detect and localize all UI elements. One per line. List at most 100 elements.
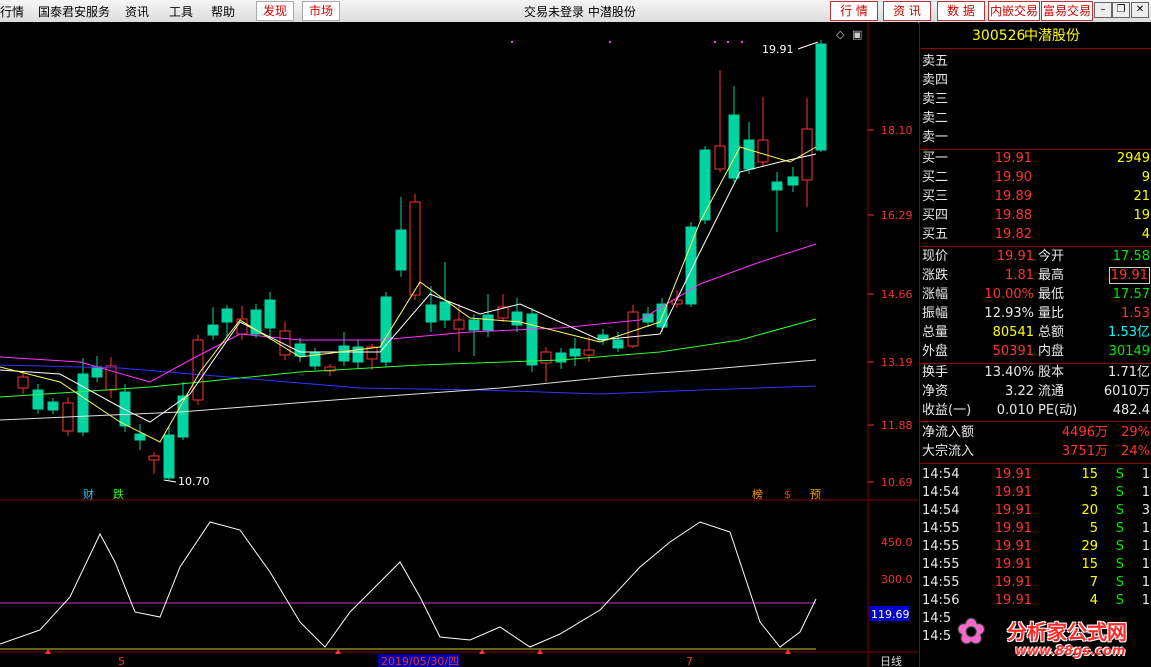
- quote-row: 涨跌 1.81 最高 19.91: [920, 267, 1151, 285]
- quote-cell: 13.40%: [984, 365, 1034, 380]
- buy-level: 买一 19.91 2949: [920, 150, 1151, 168]
- menu-item-3[interactable]: 工具: [169, 3, 193, 20]
- sell-level: 卖二: [920, 110, 1151, 128]
- candle-body: [439, 301, 451, 321]
- event-marker[interactable]: $: [784, 488, 791, 501]
- price-axis-label: 14.66: [881, 288, 913, 301]
- quote-cell: 19.88: [994, 208, 1032, 223]
- quote-cell: 1: [1141, 557, 1150, 572]
- quote-cell: 19.91: [994, 151, 1032, 166]
- buy-level: 买二 19.90 9: [920, 169, 1151, 187]
- candle-body: [555, 352, 567, 363]
- close-icon[interactable]: ✕: [1131, 2, 1149, 18]
- quote-cell: 卖五: [922, 54, 949, 69]
- quote-cell: 19.91: [1108, 267, 1150, 284]
- toolbar-button-1[interactable]: 资 讯: [883, 1, 931, 21]
- quote-cell: 19.91: [994, 503, 1032, 518]
- menu-highlight-0[interactable]: 发现: [256, 1, 295, 21]
- sell-level: 卖三: [920, 91, 1151, 109]
- quote-cell: 1: [1141, 593, 1150, 608]
- signal-dot: [510, 40, 514, 44]
- event-marker[interactable]: 跌: [113, 487, 124, 501]
- candle-body: [583, 349, 595, 356]
- quote-cell: 振幅: [922, 306, 949, 321]
- quote-cell: 19.91: [994, 575, 1032, 590]
- quote-cell: S: [1115, 485, 1124, 500]
- quote-cell: 14:55: [922, 557, 960, 572]
- quote-cell: 7: [1089, 575, 1098, 590]
- quote-cell: 20: [1081, 503, 1098, 518]
- quote-cell: 内盘: [1038, 344, 1065, 359]
- quote-cell: 换手: [922, 365, 949, 380]
- quote-cell: 今开: [1038, 249, 1065, 264]
- quote-cell: 19.91: [994, 557, 1032, 572]
- menu-item-1[interactable]: 国泰君安服务: [38, 3, 110, 20]
- candle-body: [32, 389, 44, 410]
- diamond-icon[interactable]: ◇: [836, 28, 845, 41]
- candle-body: [728, 114, 740, 179]
- quote-cell: 19.91: [994, 539, 1032, 554]
- event-marker[interactable]: 财: [83, 487, 94, 501]
- toolbar-button-3[interactable]: 内嵌交易: [988, 1, 1040, 21]
- quote-cell: 涨幅: [922, 287, 949, 302]
- quote-cell: 14:54: [922, 503, 960, 518]
- quote-cell: 流通: [1038, 384, 1065, 399]
- window-icon[interactable]: ▣: [852, 28, 862, 41]
- quote-cell: S: [1115, 521, 1124, 536]
- minimize-icon[interactable]: –: [1094, 2, 1112, 18]
- candle-body: [163, 434, 175, 479]
- menu-item-2[interactable]: 资讯: [125, 3, 149, 20]
- toolbar-button-0[interactable]: 行 情: [830, 1, 878, 21]
- quote-cell: 1: [1141, 467, 1150, 482]
- restore-icon[interactable]: ❐: [1112, 2, 1130, 18]
- watermark: ✿ 分析家公式网 www.88gs.com: [955, 610, 1151, 667]
- quote-cell: 14:55: [922, 521, 960, 536]
- buy-level: 买三 19.89 21: [920, 188, 1151, 206]
- candle-body: [511, 311, 523, 326]
- tick-row: 14:56 19.91 4 S 1: [920, 592, 1151, 610]
- quote-cell: 1.71亿: [1108, 365, 1150, 380]
- quote-row: 总量 80541 总额 1.53亿: [920, 324, 1151, 342]
- toolbar-button-2[interactable]: 数 据: [937, 1, 985, 21]
- signal-dot: [608, 40, 612, 44]
- menu-highlight-1[interactable]: 市场: [302, 1, 341, 21]
- quote-cell: 19.90: [994, 170, 1032, 185]
- candle-body: [526, 313, 538, 366]
- event-marker[interactable]: 预: [810, 488, 821, 501]
- price-axis-label: 16.29: [881, 209, 913, 222]
- toolbar-button-4[interactable]: 富易交易: [1041, 1, 1093, 21]
- separator: [920, 463, 1151, 464]
- quote-cell: 最高: [1038, 268, 1065, 283]
- period-label[interactable]: 日线: [880, 654, 902, 667]
- quote-cell: 收益(一): [922, 403, 972, 418]
- price-axis-label: 18.10: [881, 124, 913, 137]
- kline-chart[interactable]: ◇ ▣ 18.10 16.29 14.66 13.19 11.88 10.69 19.91 10.…: [0, 22, 919, 667]
- quote-cell: S: [1115, 539, 1124, 554]
- date-axis-label: 2019/05/30/四: [381, 655, 459, 667]
- candle-body: [380, 296, 392, 363]
- sell-level: 卖四: [920, 72, 1151, 90]
- indicator-axis-label: 450.0: [881, 536, 913, 549]
- tick-row: 14:55 19.91 29 S 1: [920, 538, 1151, 556]
- quote-cell: 涨跌: [922, 268, 949, 283]
- candle-body: [148, 455, 160, 461]
- buy-level: 买五 19.82 4: [920, 226, 1151, 244]
- quote-cell: 50391: [992, 344, 1034, 359]
- quote-cell: 4: [1141, 227, 1150, 242]
- indicator-axis-label: 300.0: [881, 573, 913, 586]
- menu-item-0[interactable]: 行情: [0, 3, 24, 20]
- quote-cell: 19.91: [994, 467, 1032, 482]
- signal-dot: [726, 40, 730, 44]
- menu-item-4[interactable]: 帮助: [211, 3, 235, 20]
- fundamental-row: 净资 3.22 流通 6010万: [920, 383, 1151, 401]
- quote-cell: 量比: [1038, 306, 1065, 321]
- quote-cell: 买一: [922, 151, 949, 166]
- watermark-url: www.88gs.com: [1015, 644, 1126, 659]
- tick-row: 14:54 19.91 15 S 1: [920, 466, 1151, 484]
- signal-dot: [713, 40, 717, 44]
- indicator-value: 119.69: [871, 608, 910, 621]
- event-marker[interactable]: 榜: [752, 487, 763, 501]
- quote-cell: 1.81: [1005, 268, 1034, 283]
- price-axis-label: 11.88: [881, 419, 913, 432]
- quote-cell: 14:54: [922, 467, 960, 482]
